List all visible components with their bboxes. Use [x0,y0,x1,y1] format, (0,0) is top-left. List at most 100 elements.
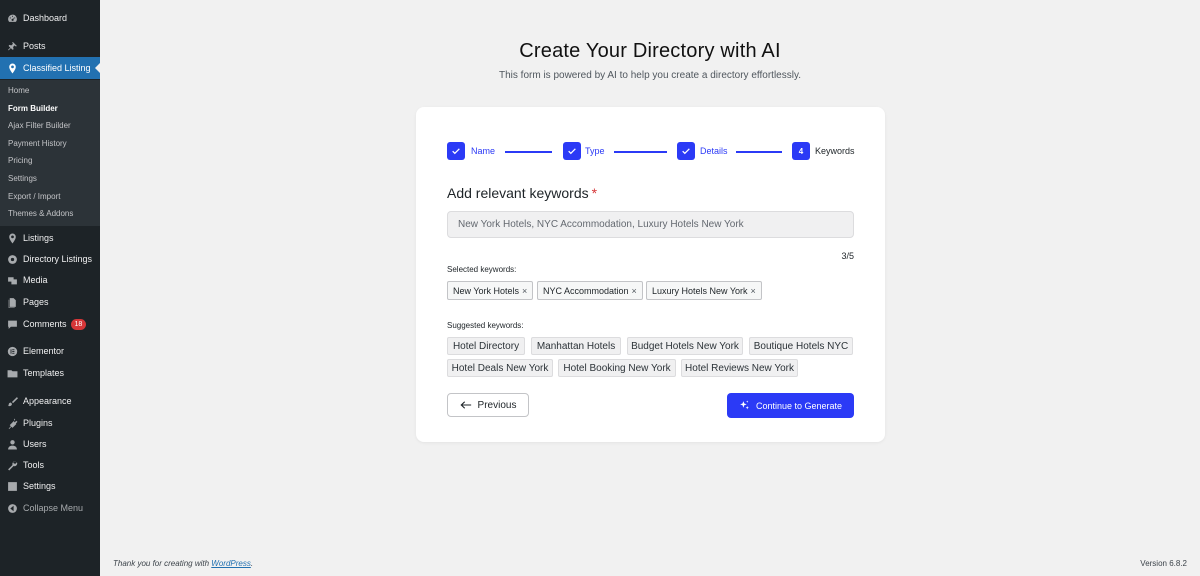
suggested-keyword[interactable]: Hotel Deals New York [447,359,553,377]
selected-keyword-chip: New York Hotels × [447,281,534,300]
wizard-card: Name Type Details 4 Keywords Add relevan… [416,107,885,442]
user-icon [6,438,18,450]
suggested-keyword[interactable]: Hotel Reviews New York [681,359,798,377]
submenu-export-import[interactable]: Export / Import [8,190,60,204]
step-name-check[interactable] [447,142,465,160]
menu-label: Appearance [23,396,72,406]
menu-label: Classified Listing [23,63,91,73]
remove-keyword-icon[interactable]: × [751,286,756,296]
menu-label: Directory Listings [23,254,93,264]
admin-sidebar: Dashboard Posts Classified Listing Home … [0,0,100,576]
settings-icon [6,480,18,492]
submenu-form-builder[interactable]: Form Builder [8,102,58,116]
folder-icon [6,367,18,379]
pages-icon [6,296,18,308]
menu-collapse[interactable]: Collapse Menu [0,497,100,519]
selected-keywords-label: Selected keywords: [447,265,517,274]
menu-plugins[interactable]: Plugins [0,412,100,434]
classified-listing-submenu: Home Form Builder Ajax Filter Builder Pa… [0,80,100,226]
brush-icon [6,395,18,407]
step-connector [614,151,667,153]
keywords-input[interactable] [447,211,854,238]
step-connector [736,151,782,153]
remove-keyword-icon[interactable]: × [522,286,527,296]
submenu-ajax-filter-builder[interactable]: Ajax Filter Builder [8,119,71,133]
menu-classified-listing[interactable]: Classified Listing [0,57,100,79]
menu-users[interactable]: Users [0,433,100,455]
step-type-label[interactable]: Type [585,146,605,157]
check-icon [682,148,690,155]
check-icon [452,148,460,155]
dashboard-icon [6,12,18,24]
submenu-pricing[interactable]: Pricing [8,154,32,168]
suggested-keyword[interactable]: Boutique Hotels NYC [749,337,853,355]
continue-to-generate-button[interactable]: Continue to Generate [727,393,854,418]
menu-label: Media [23,275,48,285]
comments-count-badge: 18 [70,318,87,330]
chip-text: New York Hotels [453,285,520,296]
previous-button-label: Previous [477,399,517,411]
sparkles-icon [740,400,749,410]
menu-label: Comments [23,319,67,329]
footer-thanks: Thank you for creating with WordPress. [113,559,253,568]
check-icon [568,148,576,155]
footer-version: Version 6.8.2 [1140,559,1187,568]
required-asterisk: * [591,185,598,201]
menu-comments[interactable]: Comments 18 [0,313,100,335]
menu-appearance[interactable]: Appearance [0,390,100,412]
menu-label: Templates [23,368,65,378]
menu-media[interactable]: Media [0,269,100,291]
submenu-payment-history[interactable]: Payment History [8,137,67,151]
comment-icon [6,318,18,330]
step-connector [505,151,552,153]
menu-label: Settings [23,481,56,491]
menu-pages[interactable]: Pages [0,291,100,313]
elementor-icon [6,345,18,357]
arrow-left-icon [460,401,471,409]
globe-icon [6,253,18,265]
step-keywords-number[interactable]: 4 [792,142,810,160]
menu-label: Tools [23,460,45,470]
menu-label: Collapse Menu [23,503,84,513]
menu-elementor[interactable]: Elementor [0,340,100,362]
keywords-heading: Add relevant keywords * [447,185,597,201]
menu-label: Dashboard [23,13,68,23]
selected-keyword-chip: NYC Accommodation × [537,281,643,300]
step-details-check[interactable] [677,142,695,160]
submenu-home[interactable]: Home [8,84,29,98]
remove-keyword-icon[interactable]: × [632,286,637,296]
suggested-keyword[interactable]: Hotel Directory [447,337,525,355]
menu-posts[interactable]: Posts [0,35,100,57]
menu-tools[interactable]: Tools [0,454,100,476]
menu-label: Plugins [23,418,53,428]
page-subtitle: This form is powered by AI to help you c… [499,70,801,81]
chip-text: Luxury Hotels New York [652,285,748,296]
menu-directory-listings[interactable]: Directory Listings [0,248,100,270]
suggested-keyword[interactable]: Manhattan Hotels [531,337,621,355]
pin-icon [6,40,18,52]
menu-listings[interactable]: Listings [0,227,100,249]
suggested-keywords-label: Suggested keywords: [447,321,524,330]
menu-label: Pages [23,297,49,307]
menu-label: Listings [23,233,54,243]
suggested-keyword[interactable]: Hotel Booking New York [558,359,676,377]
submenu-settings[interactable]: Settings [8,172,37,186]
footer-thanks-suffix: . [250,559,254,568]
footer-thanks-prefix: Thank you for creating with [113,559,212,568]
menu-label: Posts [23,41,46,51]
submenu-themes-addons[interactable]: Themes & Addons [8,207,73,221]
map-pin-icon [6,232,18,244]
step-type-check[interactable] [563,142,581,160]
selected-keyword-chip: Luxury Hotels New York × [646,281,762,300]
menu-settings[interactable]: Settings [0,475,100,497]
step-keywords-label[interactable]: Keywords [815,146,855,157]
step-name-label[interactable]: Name [471,146,495,157]
menu-templates[interactable]: Templates [0,362,100,384]
suggested-keyword[interactable]: Budget Hotels New York [627,337,743,355]
menu-dashboard[interactable]: Dashboard [0,7,100,29]
previous-button[interactable]: Previous [447,393,529,417]
step-details-label[interactable]: Details [700,146,728,157]
wordpress-link[interactable]: WordPress [211,559,251,568]
collapse-icon [6,502,18,514]
continue-button-label: Continue to Generate [755,400,843,411]
